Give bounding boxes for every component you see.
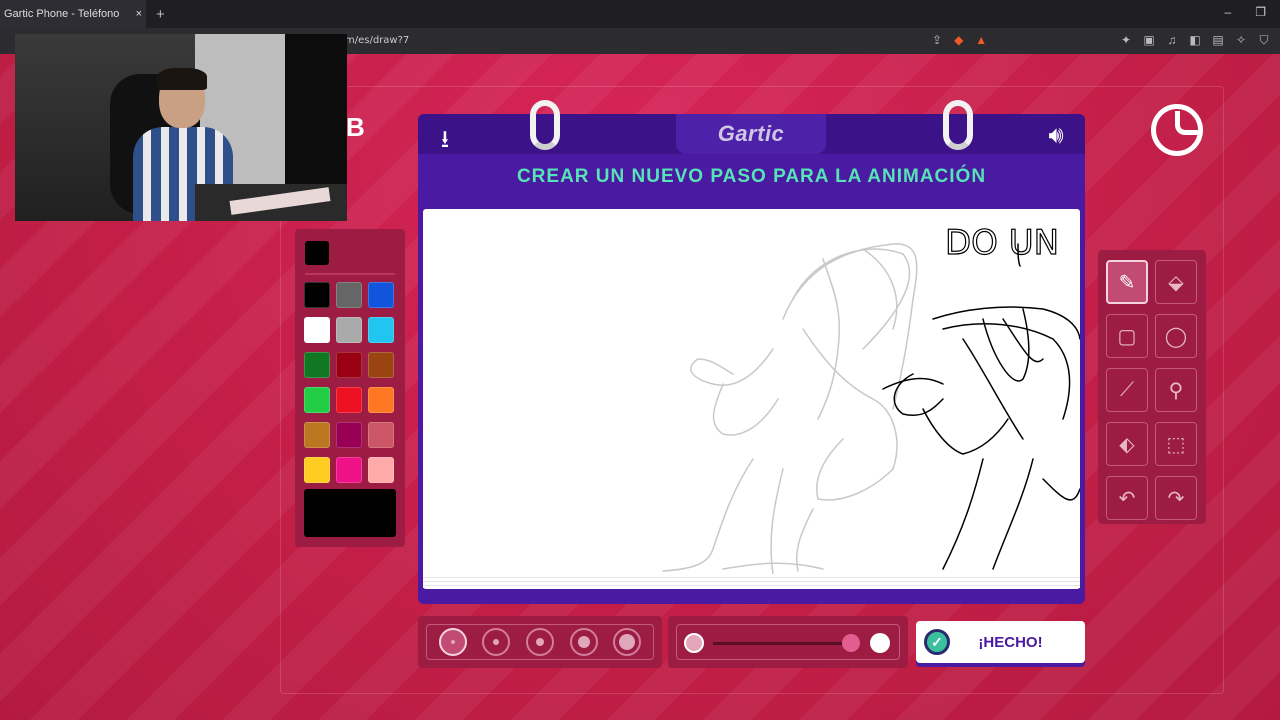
tab-close-button[interactable]: ×	[136, 8, 142, 20]
brave-rewards-icon[interactable]: ▲	[975, 33, 987, 47]
opacity-max-knob	[870, 633, 890, 653]
music-icon[interactable]: ♫	[1166, 33, 1178, 48]
download-icon[interactable]: ⭳	[430, 122, 460, 163]
color-swatch[interactable]	[336, 387, 362, 413]
url-text: m/es/draw?7	[345, 35, 410, 46]
color-swatch[interactable]	[336, 317, 362, 343]
share-icon[interactable]: ⇪	[932, 33, 942, 47]
drawing-canvas-frame: DO UN	[418, 204, 1085, 604]
brush-size-2[interactable]	[482, 628, 511, 656]
notebook-ring	[530, 100, 560, 150]
pencil-icon[interactable]: ✎	[1106, 260, 1148, 304]
color-swatch[interactable]	[368, 422, 394, 448]
drawing-canvas[interactable]: DO UN	[423, 209, 1081, 589]
rectangle-icon[interactable]: ▢	[1106, 314, 1148, 358]
color-swatch[interactable]	[368, 352, 394, 378]
wallet-icon[interactable]: ▤	[1212, 33, 1224, 48]
leo-icon[interactable]: ✧	[1235, 33, 1247, 48]
brush-size-4[interactable]	[569, 628, 598, 656]
opacity-panel	[668, 616, 908, 668]
notebook-ring	[943, 100, 973, 150]
brush-size-panel	[418, 616, 662, 668]
opacity-min-knob	[684, 633, 704, 653]
new-tab-button[interactable]: +	[156, 6, 165, 23]
timer-icon	[1151, 104, 1203, 156]
brush-size-3[interactable]	[525, 628, 554, 656]
color-swatch[interactable]	[368, 282, 394, 308]
divider	[305, 273, 395, 275]
color-swatch[interactable]	[304, 422, 330, 448]
color-swatch[interactable]	[336, 457, 362, 483]
done-label: ¡HECHO!	[978, 633, 1043, 651]
color-swatch[interactable]	[304, 387, 330, 413]
color-swatch[interactable]	[304, 282, 330, 308]
color-swatch[interactable]	[368, 317, 394, 343]
screenshot-icon[interactable]: ▣	[1143, 33, 1155, 48]
eraser-icon[interactable]: ⬙	[1155, 260, 1197, 304]
redo-icon[interactable]: ↷	[1155, 476, 1197, 520]
color-swatches	[304, 282, 394, 483]
undo-icon[interactable]: ↶	[1106, 476, 1148, 520]
eyedropper-icon[interactable]: ⚲	[1155, 368, 1197, 412]
color-palette	[295, 229, 405, 547]
brush-size-1[interactable]	[438, 628, 467, 656]
browser-tabbar: Gartic Phone - Teléfono Descom × + – ❐	[0, 0, 1280, 28]
notebook-header: Gartic ⭳ 🔊︎ CREAR UN NUEVO PASO PARA LA …	[418, 100, 1085, 204]
window-controls: – ❐	[1225, 5, 1266, 19]
brush-size-5[interactable]	[613, 628, 642, 656]
opacity-slider-handle[interactable]	[842, 634, 860, 652]
gartic-logo: Gartic	[676, 114, 826, 154]
tool-panel: ✎ ⬙ ▢ ◯ ⟋ ⚲ ⬖ ⬚ ↶ ↷	[1098, 250, 1206, 524]
color-swatch[interactable]	[336, 282, 362, 308]
check-icon: ✓	[924, 629, 950, 655]
extensions-icon[interactable]: ✦	[1120, 33, 1132, 48]
color-swatch[interactable]	[368, 387, 394, 413]
color-swatch[interactable]	[304, 317, 330, 343]
webcam-overlay	[15, 34, 347, 221]
browser-tab[interactable]: Gartic Phone - Teléfono Descom ×	[0, 0, 146, 28]
restore-button[interactable]: ❐	[1255, 5, 1266, 19]
color-swatch[interactable]	[336, 422, 362, 448]
circle-icon[interactable]: ◯	[1155, 314, 1197, 358]
canvas-handwriting: DO UN	[945, 223, 1059, 263]
paper-edge	[423, 574, 1080, 588]
drawing: DO UN	[662, 222, 1081, 575]
opacity-slider-track[interactable]	[713, 642, 853, 645]
line-icon[interactable]: ⟋	[1106, 368, 1148, 412]
brave-shield-icon[interactable]: ◆	[954, 33, 963, 47]
tab-title: Gartic Phone - Teléfono Descom	[4, 8, 122, 20]
current-color	[305, 241, 329, 265]
minimize-button[interactable]: –	[1225, 5, 1232, 19]
fill-icon[interactable]: ⬖	[1106, 422, 1148, 466]
color-swatch[interactable]	[336, 352, 362, 378]
color-swatch[interactable]	[368, 457, 394, 483]
sound-icon[interactable]: 🔊︎	[1039, 122, 1073, 150]
custom-color-preview[interactable]	[304, 489, 396, 537]
done-button[interactable]: ✓ ¡HECHO!	[916, 621, 1085, 663]
vpn-icon[interactable]: ⛉	[1258, 33, 1270, 48]
instruction-text: CREAR UN NUEVO PASO PARA LA ANIMACIÓN	[516, 166, 987, 187]
sidebar-icon[interactable]: ◧	[1189, 33, 1201, 48]
partial-text: B	[346, 112, 365, 142]
color-swatch[interactable]	[304, 457, 330, 483]
color-swatch[interactable]	[304, 352, 330, 378]
clear-icon[interactable]: ⬚	[1155, 422, 1197, 466]
